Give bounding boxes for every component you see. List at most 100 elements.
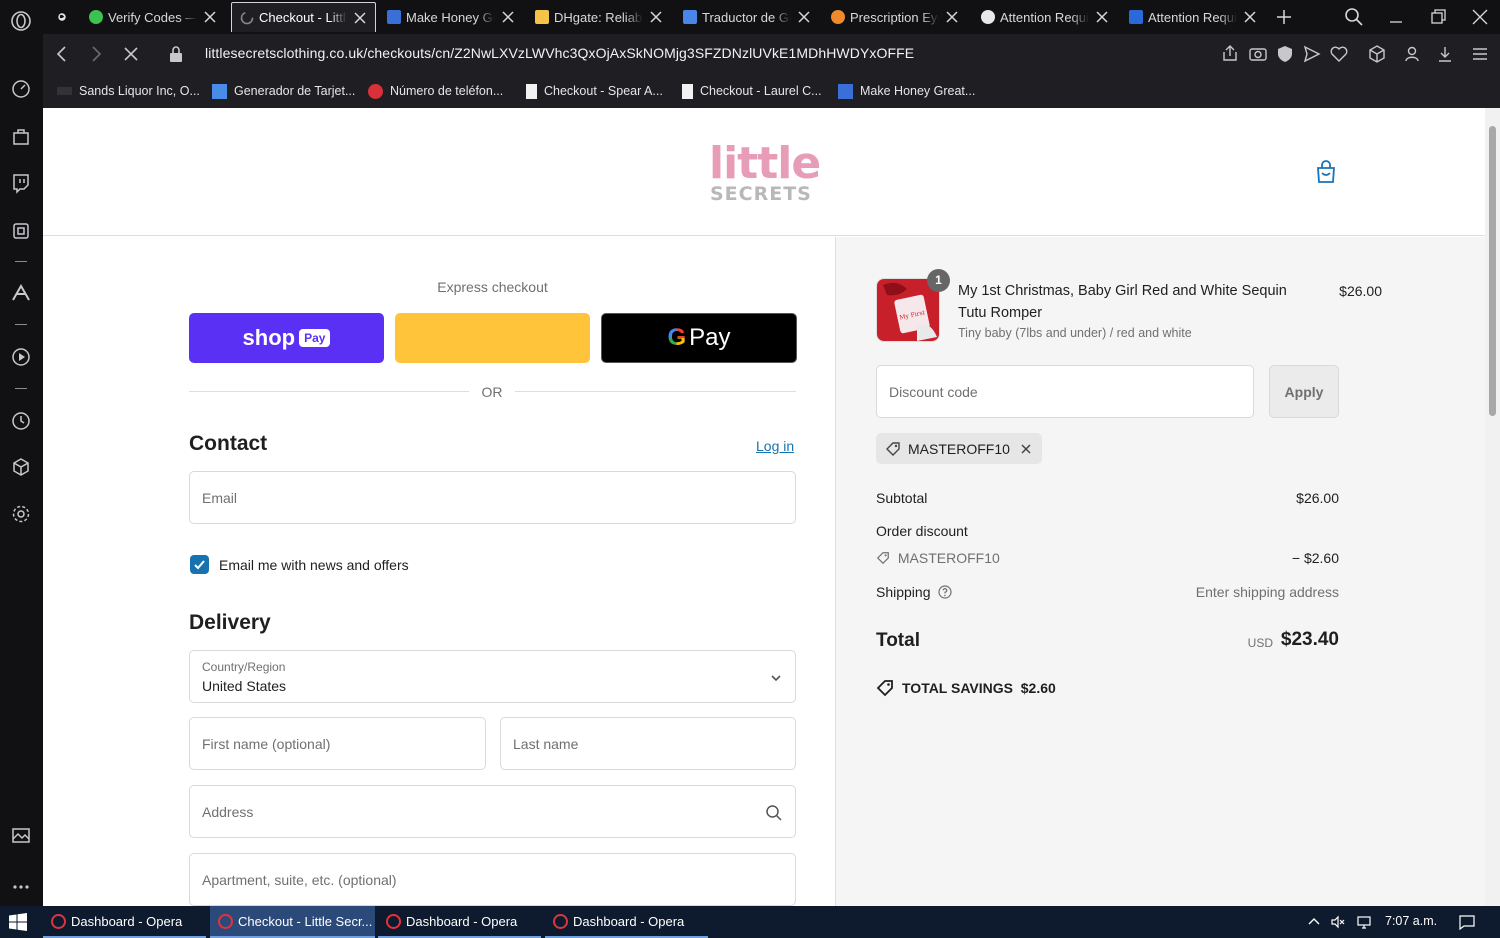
paypal-button[interactable] <box>395 313 590 363</box>
settings-gear-icon[interactable] <box>10 503 32 525</box>
forward-icon[interactable] <box>85 43 107 65</box>
snapshot-camera-icon[interactable] <box>1248 44 1268 64</box>
close-window-icon[interactable] <box>1469 6 1491 28</box>
aria-icon[interactable] <box>10 282 32 304</box>
workspace-icon[interactable] <box>45 2 79 32</box>
tag-icon <box>876 552 889 565</box>
new-tab-plus-icon[interactable] <box>1273 6 1295 28</box>
history-icon[interactable] <box>10 410 32 432</box>
logo-secrets-text: SECRETS <box>710 183 812 205</box>
taskbar-app-opera-2[interactable]: Dashboard - Opera <box>378 906 541 938</box>
apply-discount-button[interactable]: Apply <box>1269 365 1339 418</box>
address-field[interactable]: Address <box>189 785 796 838</box>
windows-start-icon[interactable] <box>9 913 27 931</box>
shop-pay-button[interactable]: shop Pay <box>189 313 384 363</box>
close-tab-icon[interactable] <box>1095 10 1109 24</box>
tab-traductor[interactable]: Traductor de Goo <box>675 2 819 32</box>
address-bar: littlesecretsclothing.co.uk/checkouts/cn… <box>43 34 1500 74</box>
close-tab-icon[interactable] <box>501 10 515 24</box>
first-name-field[interactable]: First name (optional) <box>189 717 486 770</box>
little-secrets-logo[interactable]: little SECRETS <box>707 134 823 206</box>
notifications-icon[interactable] <box>1458 914 1476 930</box>
taskbar-app-opera-1[interactable]: Dashboard - Opera <box>43 906 206 938</box>
country-region-select[interactable]: Country/Region United States <box>189 650 796 703</box>
gallery-icon[interactable] <box>10 824 32 846</box>
opera-icon <box>553 913 568 929</box>
google-translate-favicon-icon <box>683 10 697 24</box>
send-icon[interactable] <box>1302 44 1322 64</box>
bookmark-sands-liquor[interactable]: Sands Liquor Inc, O... <box>57 81 200 101</box>
newsletter-label: Email me with news and offers <box>219 557 409 573</box>
tab-search-icon[interactable] <box>1343 6 1365 28</box>
volume-muted-icon[interactable] <box>1330 914 1346 930</box>
last-name-field[interactable]: Last name <box>500 717 796 770</box>
page-scrollbar[interactable] <box>1485 108 1500 906</box>
applied-discount-tag: MASTEROFF10 <box>876 433 1042 464</box>
help-circle-icon[interactable] <box>938 585 952 599</box>
order-summary-column: My First Christmas 1 My 1st Christmas, B… <box>836 237 1485 906</box>
close-tab-icon[interactable] <box>1243 10 1257 24</box>
speed-dial-icon[interactable] <box>10 78 32 100</box>
opera-logo-icon[interactable] <box>10 10 32 32</box>
bookmark-favicon-icon <box>838 83 853 99</box>
easy-setup-menu-icon[interactable] <box>1470 44 1490 64</box>
network-icon[interactable] <box>1356 914 1372 930</box>
email-field[interactable]: Email <box>189 471 796 524</box>
tab-checkout-little[interactable]: Checkout - Little <box>231 2 376 32</box>
taskbar-app-checkout[interactable]: Checkout - Little Secr... <box>210 906 375 938</box>
tab-attention-2[interactable]: Attention Requir <box>1121 2 1265 32</box>
make-honey-favicon-icon <box>387 10 401 24</box>
restore-icon[interactable] <box>1427 6 1449 28</box>
close-tab-icon[interactable] <box>797 10 811 24</box>
player-icon[interactable] <box>10 346 32 368</box>
bookmark-make-honey[interactable]: Make Honey Great... <box>838 81 975 101</box>
bookmark-generador[interactable]: Generador de Tarjet... <box>212 81 355 101</box>
taskbar-clock[interactable]: 7:07 a.m. <box>1385 914 1437 928</box>
newsletter-checkbox[interactable] <box>190 555 209 574</box>
divider <box>515 391 796 392</box>
more-icon[interactable] <box>10 876 32 898</box>
product-variant: Tiny baby (7lbs and under) / red and whi… <box>958 326 1192 340</box>
share-icon[interactable] <box>1220 44 1240 64</box>
shield-icon[interactable] <box>1275 44 1295 64</box>
url-field[interactable]: littlesecretsclothing.co.uk/checkouts/cn… <box>205 45 914 61</box>
bookmark-checkout-laurel[interactable]: Checkout - Laurel C... <box>682 81 822 101</box>
close-tab-icon[interactable] <box>945 10 959 24</box>
apartment-field[interactable]: Apartment, suite, etc. (optional) <box>189 853 796 906</box>
bookmark-checkout-spear[interactable]: Checkout - Spear A... <box>526 81 663 101</box>
tab-dhgate[interactable]: DHgate: Reliable <box>527 2 671 32</box>
crypto-wallet-icon[interactable] <box>10 456 32 478</box>
discount-code-field[interactable]: Discount code <box>876 365 1254 418</box>
tab-prescription[interactable]: Prescription Eyeg <box>823 2 967 32</box>
cube-icon[interactable] <box>1367 44 1387 64</box>
bookmark-numero[interactable]: Número de teléfon... <box>368 81 503 101</box>
heart-icon[interactable] <box>1329 44 1349 64</box>
extensions-icon[interactable] <box>10 220 32 242</box>
profile-icon[interactable] <box>1402 44 1422 64</box>
bookmark-favicon-icon <box>368 83 383 99</box>
tab-attention-1[interactable]: Attention Requir <box>973 2 1117 32</box>
close-tab-icon[interactable] <box>649 10 663 24</box>
lock-icon[interactable] <box>168 43 184 65</box>
minimize-icon[interactable] <box>1385 6 1407 28</box>
shopping-icon[interactable] <box>10 126 32 148</box>
login-link[interactable]: Log in <box>756 438 794 454</box>
back-icon[interactable] <box>51 43 73 65</box>
remove-discount-icon[interactable] <box>1019 442 1033 456</box>
google-pay-button[interactable]: G Pay <box>601 313 797 363</box>
page-icon <box>682 83 693 99</box>
close-tab-icon[interactable] <box>353 11 367 25</box>
scrollbar-thumb[interactable] <box>1489 126 1496 416</box>
close-tab-icon[interactable] <box>203 10 217 24</box>
tab-verify-codes[interactable]: Verify Codes — S <box>81 2 225 32</box>
order-discount-row: Order discount <box>876 523 968 539</box>
taskbar-app-opera-3[interactable]: Dashboard - Opera <box>545 906 708 938</box>
tab-make-honey[interactable]: Make Honey Gre <box>379 2 523 32</box>
twitch-icon[interactable] <box>10 172 32 194</box>
chevron-down-icon <box>771 675 781 682</box>
globe-favicon-icon <box>981 10 995 24</box>
download-icon[interactable] <box>1435 44 1455 64</box>
stop-loading-icon[interactable] <box>120 43 142 65</box>
tray-chevron-up-icon[interactable] <box>1306 914 1322 930</box>
shopping-bag-icon[interactable] <box>1315 160 1337 184</box>
